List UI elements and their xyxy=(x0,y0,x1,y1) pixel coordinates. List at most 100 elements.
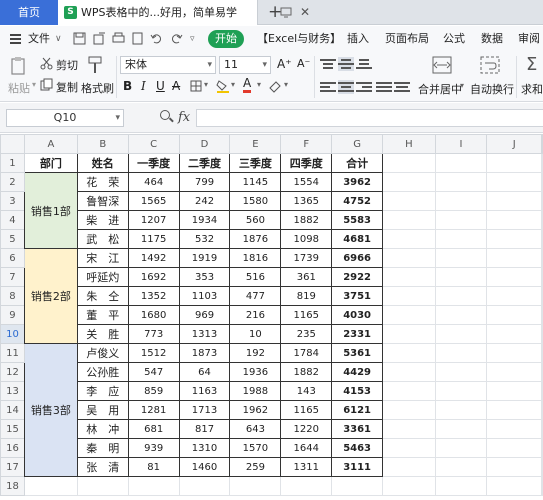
format-painter-button[interactable]: 格式刷 xyxy=(81,80,114,96)
empty-cell[interactable] xyxy=(434,286,488,306)
empty-cell[interactable] xyxy=(434,248,488,268)
total-cell[interactable]: 5361 xyxy=(331,343,384,363)
justify-icon[interactable] xyxy=(376,80,392,94)
empty-cell[interactable] xyxy=(541,305,543,325)
paste-dropdown-icon[interactable]: ▾ xyxy=(32,80,36,89)
name-cell[interactable]: 张 清 xyxy=(76,457,129,477)
quarter-cell[interactable]: 1692 xyxy=(127,267,180,287)
quarter-cell[interactable]: 1554 xyxy=(280,172,333,192)
row-header-3[interactable]: 3 xyxy=(0,191,25,211)
quarter-cell[interactable]: 1492 xyxy=(127,248,180,268)
export-icon[interactable] xyxy=(93,32,106,45)
department-cell[interactable]: 销售2部 xyxy=(23,248,78,344)
menu-file[interactable]: 文件 xyxy=(28,26,50,52)
empty-cell[interactable] xyxy=(280,476,333,496)
fill-color-icon[interactable] xyxy=(216,79,230,93)
column-header-h[interactable]: H xyxy=(382,134,436,154)
column-header-a[interactable]: A xyxy=(23,134,78,154)
column-header-e[interactable]: E xyxy=(229,134,282,154)
font-name-select[interactable]: 宋体 ▾ xyxy=(120,56,216,74)
formula-input[interactable] xyxy=(196,109,543,127)
quarter-cell[interactable]: 353 xyxy=(178,267,231,287)
italic-icon[interactable]: I xyxy=(141,79,146,93)
empty-cell[interactable] xyxy=(229,476,282,496)
wrap-text-button[interactable]: 自动换行 xyxy=(470,81,514,97)
row-header-16[interactable]: 16 xyxy=(0,438,25,458)
quarter-cell[interactable]: 939 xyxy=(127,438,180,458)
empty-cell[interactable] xyxy=(541,343,543,363)
quarter-cell[interactable]: 681 xyxy=(127,419,180,439)
empty-cell[interactable] xyxy=(434,229,488,249)
column-header-g[interactable]: G xyxy=(331,134,384,154)
quarter-cell[interactable]: 1882 xyxy=(280,210,333,230)
name-cell[interactable]: 李 应 xyxy=(76,381,129,401)
border-icon[interactable] xyxy=(190,80,202,92)
quarter-cell[interactable]: 1220 xyxy=(280,419,333,439)
paste-button[interactable]: 粘贴 xyxy=(8,80,30,96)
font-color-icon[interactable]: A xyxy=(243,77,252,93)
quarter-cell[interactable]: 1311 xyxy=(280,457,333,477)
quarter-cell[interactable]: 1644 xyxy=(280,438,333,458)
empty-cell[interactable] xyxy=(486,191,542,211)
empty-cell[interactable] xyxy=(541,191,543,211)
quarter-cell[interactable]: 464 xyxy=(127,172,180,192)
menu-formulas[interactable]: 公式 xyxy=(443,26,465,52)
empty-cell[interactable] xyxy=(382,286,436,306)
row-header-1[interactable]: 1 xyxy=(0,153,25,173)
quarter-cell[interactable]: 235 xyxy=(280,324,333,344)
menu-data[interactable]: 数据 xyxy=(481,26,503,52)
empty-cell[interactable] xyxy=(434,381,488,401)
department-cell[interactable]: 销售3部 xyxy=(23,343,78,477)
table-header-cell[interactable]: 二季度 xyxy=(178,153,231,173)
total-cell[interactable]: 5583 xyxy=(331,210,384,230)
empty-cell[interactable] xyxy=(434,419,488,439)
table-header-cell[interactable]: 三季度 xyxy=(229,153,282,173)
empty-cell[interactable] xyxy=(331,476,384,496)
tab-home[interactable]: 首页 xyxy=(0,0,58,25)
empty-cell[interactable] xyxy=(382,305,436,325)
quarter-cell[interactable]: 1784 xyxy=(280,343,333,363)
empty-cell[interactable] xyxy=(486,381,542,401)
copy-button[interactable]: 复制 xyxy=(56,79,78,95)
quarter-cell[interactable]: 1962 xyxy=(229,400,282,420)
new-tab-button[interactable]: + xyxy=(268,0,282,24)
fx-icon[interactable]: fx xyxy=(178,110,190,125)
empty-cell[interactable] xyxy=(382,191,436,211)
quarter-cell[interactable]: 532 xyxy=(178,229,231,249)
hamburger-icon[interactable] xyxy=(10,34,21,44)
empty-cell[interactable] xyxy=(541,248,543,268)
empty-cell[interactable] xyxy=(434,457,488,477)
quarter-cell[interactable]: 560 xyxy=(229,210,282,230)
empty-cell[interactable] xyxy=(541,286,543,306)
row-header-15[interactable]: 15 xyxy=(0,419,25,439)
quarter-cell[interactable]: 1281 xyxy=(127,400,180,420)
empty-cell[interactable] xyxy=(382,400,436,420)
empty-cell[interactable] xyxy=(434,305,488,325)
menu-excel-finance[interactable]: 【Excel与财务】 xyxy=(257,26,341,52)
empty-cell[interactable] xyxy=(486,210,542,230)
total-cell[interactable]: 4030 xyxy=(331,305,384,325)
total-cell[interactable]: 5463 xyxy=(331,438,384,458)
empty-cell[interactable] xyxy=(486,153,542,173)
quick-access-more-icon[interactable]: ▿ xyxy=(190,26,195,52)
empty-cell[interactable] xyxy=(486,286,542,306)
bold-icon[interactable]: B xyxy=(123,79,132,93)
chevron-down-icon[interactable]: ▾ xyxy=(460,81,464,90)
font-size-select[interactable]: 11 ▾ xyxy=(219,56,271,74)
sheet-table[interactable]: A B C D E F G H I J 1 部门 姓名 一季度 二季度 三季度 四季度 合计 2 销售1部花 荣 464… xyxy=(0,134,543,496)
empty-cell[interactable] xyxy=(23,476,78,496)
empty-cell[interactable] xyxy=(382,229,436,249)
quarter-cell[interactable]: 1936 xyxy=(229,362,282,382)
empty-cell[interactable] xyxy=(541,172,543,192)
eraser-icon[interactable] xyxy=(268,79,282,93)
name-cell[interactable]: 呼延灼 xyxy=(76,267,129,287)
sum-icon[interactable]: Σ xyxy=(526,54,537,75)
total-cell[interactable]: 4429 xyxy=(331,362,384,382)
quarter-cell[interactable]: 1988 xyxy=(229,381,282,401)
quarter-cell[interactable]: 259 xyxy=(229,457,282,477)
name-box[interactable]: Q10 ▾ xyxy=(6,109,124,127)
quarter-cell[interactable]: 1739 xyxy=(280,248,333,268)
empty-cell[interactable] xyxy=(434,400,488,420)
total-cell[interactable]: 6121 xyxy=(331,400,384,420)
empty-cell[interactable] xyxy=(434,343,488,363)
